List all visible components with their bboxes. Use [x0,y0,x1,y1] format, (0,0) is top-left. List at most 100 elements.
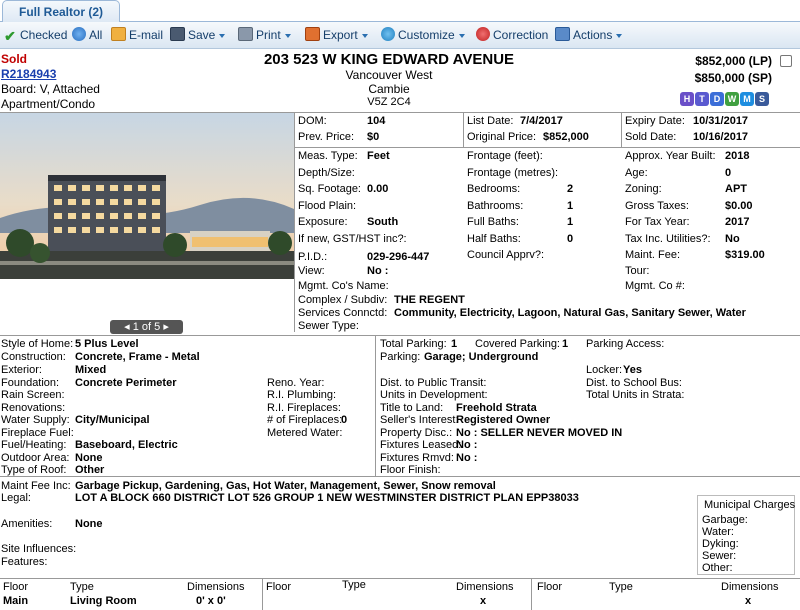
listing-photo[interactable] [0,113,294,279]
parking-label: Parking: [380,351,421,363]
room-dimensions-value: x [480,595,487,607]
m-badge-icon[interactable]: M [740,92,754,106]
fixtures-rmvd-label: Fixtures Rmvd: [380,452,454,464]
chevron-down-icon [361,34,368,38]
complex-value: THE REGENT [394,294,465,306]
units-strata-label: Total Units in Strata: [586,389,685,401]
d-badge-icon[interactable]: D [710,92,724,106]
exterior-label: Exterior: [1,364,42,376]
email-button[interactable]: E-mail [111,26,163,45]
outdoor-area-label: Outdoor Area: [1,452,70,464]
bathrooms-label: Bathrooms: [467,200,524,212]
chevron-down-icon [284,34,291,38]
customize-button[interactable]: Customize [381,26,465,45]
actions-button[interactable]: Actions [555,26,623,45]
year-built-value: 2018 [725,150,750,162]
foundation-value: Concrete Perimeter [75,377,177,389]
other-label: Other: [702,562,733,574]
fixtures-leased-value: No : [456,439,478,451]
year-built-label: Approx. Year Built: [625,150,716,162]
list-date-label: List Date: [467,115,514,127]
exterior-value: Mixed [75,364,107,376]
photo-pager[interactable]: ◂ 1 of 5 ▸ [110,320,183,334]
room-dimensions-value: 0' x 0' [196,595,226,607]
s-badge-icon[interactable]: S [755,92,769,106]
correction-button[interactable]: Correction [476,26,548,45]
covered-parking-label: Covered Parking: [475,338,560,350]
list-price: $852,000 (LP) [695,54,772,68]
sewer-label: Sewer: [702,550,737,562]
prev-arrow-icon[interactable]: ◂ [124,321,133,333]
complex-label: Complex / Subdiv: [298,294,388,306]
construction-value: Concrete, Frame - Metal [75,351,200,363]
num-fireplaces-value: 0 [341,414,348,426]
covered-parking-value: 1 [562,338,569,350]
rooms-dimensions-header: Dimensions [187,581,245,593]
services-label: Services Connctd: [298,307,388,319]
listing-icons: HTDWMS [680,91,770,106]
full-baths-label: Full Baths: [467,216,519,228]
seller-interest-value: Registered Owner [456,414,551,426]
half-baths-value: 0 [567,233,574,245]
toolbar: ✔ Checked All E-mail Save Print Export Cu… [0,22,800,49]
locker-value: Yes [623,364,642,376]
next-arrow-icon[interactable]: ▸ [160,321,169,333]
fuel-heating-value: Baseboard, Electric [75,439,178,451]
parking-value: Garage; Underground [424,351,539,363]
actions-icon [555,27,570,41]
metered-water-label: Metered Water: [267,427,343,439]
rooms-type-header: Type [609,581,633,593]
checked-button[interactable]: ✔ Checked [3,26,67,45]
school-bus-label: Dist. to School Bus: [586,377,682,389]
select-checkbox[interactable] [780,55,792,67]
save-button[interactable]: Save [170,26,226,45]
sold-date-label: Sold Date: [625,131,677,143]
outdoor-area-value: None [75,452,103,464]
sold-price: $850,000 (SP) [694,71,772,85]
half-baths-label: Half Baths: [467,233,521,245]
print-button[interactable]: Print [238,26,291,45]
tab-full-realtor[interactable]: Full Realtor (2) [2,0,120,23]
age-value: 0 [725,167,732,179]
checkmark-icon: ✔ [4,28,16,44]
municipal-charges-title: Municipal Charges [704,499,796,511]
ri-fireplaces-label: R.I. Fireplaces: [267,402,341,414]
rain-screen-label: Rain Screen: [1,389,65,401]
divider [621,112,622,148]
bedrooms-label: Bedrooms: [467,183,521,195]
tax-year-value: 2017 [725,216,750,228]
water-supply-label: Water Supply: [1,414,70,426]
w-badge-icon[interactable]: W [725,92,739,106]
construction-label: Construction: [1,351,66,363]
rooms-type-header: Type [342,579,366,591]
maint-fee-inc-label: Maint Fee Inc: [1,480,71,492]
exposure-value: South [367,216,399,228]
seller-interest-label: Seller's Interest: [380,414,459,426]
divider [294,112,295,332]
customize-icon [381,27,395,41]
original-price-value: $852,000 [543,131,589,143]
divider [0,578,800,579]
t-badge-icon[interactable]: T [695,92,709,106]
export-button[interactable]: Export [305,26,368,45]
export-icon [305,27,320,41]
view-label: View: [298,265,325,277]
divider [531,578,532,610]
h-badge-icon[interactable]: H [680,92,694,106]
mgmt-name-label: Mgmt. Co's Name: [298,280,389,292]
postal-code: V5Z 2C4 [367,96,411,108]
units-dev-label: Units in Development: [380,389,488,401]
tax-utilities-label: Tax Inc. Utilities?: [625,233,711,245]
divider [0,335,800,336]
status-label: Sold [1,52,27,66]
room-dimensions-value: x [745,595,752,607]
divider [463,112,464,148]
mls-link[interactable]: R2184943 [1,67,56,81]
amenities-label: Amenities: [1,518,53,530]
all-button[interactable]: All [72,26,102,45]
tax-year-label: For Tax Year: [625,216,690,228]
municipal-charges-box: Municipal Charges Garbage: Water: Dyking… [697,495,795,575]
meas-type-value: Feet [367,150,390,162]
original-price-label: Original Price: [467,131,537,143]
total-parking-value: 1 [451,338,458,350]
